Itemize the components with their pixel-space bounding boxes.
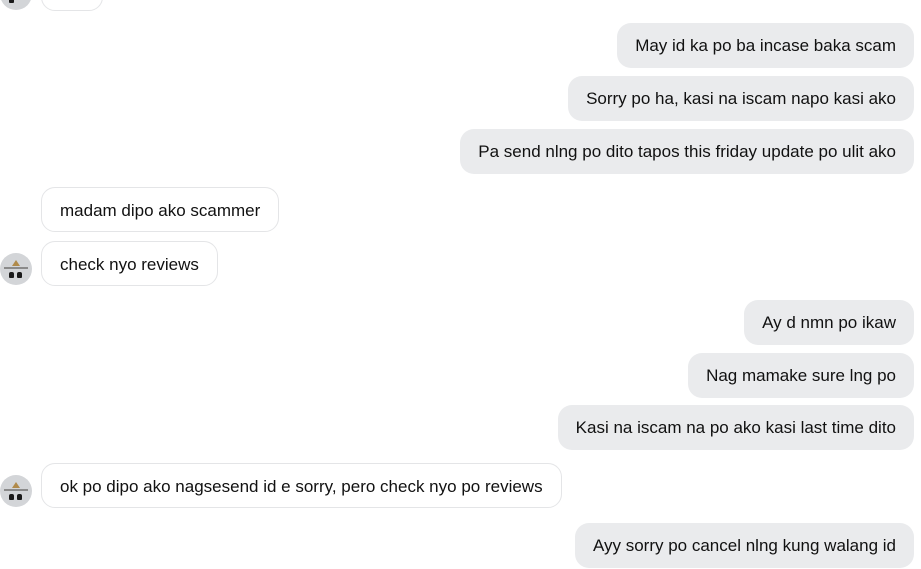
message-text: ok po dipo ako nagsesend id e sorry, per… [60,477,543,496]
incoming-message-partial[interactable] [41,0,103,11]
avatar-logo-icon [12,482,20,488]
message-text: Nag mamake sure lng po [706,366,896,385]
message-text: Sorry po ha, kasi na iscam napo kasi ako [586,89,896,108]
contact-avatar[interactable] [0,475,32,507]
message-text: Kasi na iscam na po ako kasi last time d… [575,418,896,437]
outgoing-message[interactable]: Sorry po ha, kasi na iscam napo kasi ako [568,76,914,121]
message-text: Pa send nlng po dito tapos this friday u… [478,142,896,161]
incoming-message[interactable]: check nyo reviews [41,241,218,286]
outgoing-message[interactable]: Nag mamake sure lng po [688,353,914,398]
outgoing-message[interactable]: Ayy sorry po cancel nlng kung walang id [574,523,914,568]
outgoing-message[interactable]: Ay d nmn po ikaw [744,300,914,345]
outgoing-message[interactable]: May id ka po ba incase baka scam [617,23,914,68]
contact-avatar[interactable] [0,0,32,10]
incoming-message[interactable]: madam dipo ako scammer [41,187,280,232]
outgoing-message[interactable]: Kasi na iscam na po ako kasi last time d… [557,405,914,450]
outgoing-message[interactable]: Pa send nlng po dito tapos this friday u… [460,129,914,174]
message-text: May id ka po ba incase baka scam [635,36,896,55]
message-text: check nyo reviews [60,255,199,274]
message-text: madam dipo ako scammer [60,201,261,220]
incoming-message[interactable]: ok po dipo ako nagsesend id e sorry, per… [41,463,562,508]
message-text: Ay d nmn po ikaw [762,313,896,332]
contact-avatar[interactable] [0,253,32,285]
message-text: Ayy sorry po cancel nlng kung walang id [592,536,896,555]
avatar-logo-icon [12,260,20,266]
avatar-logo-icon [9,0,14,3]
